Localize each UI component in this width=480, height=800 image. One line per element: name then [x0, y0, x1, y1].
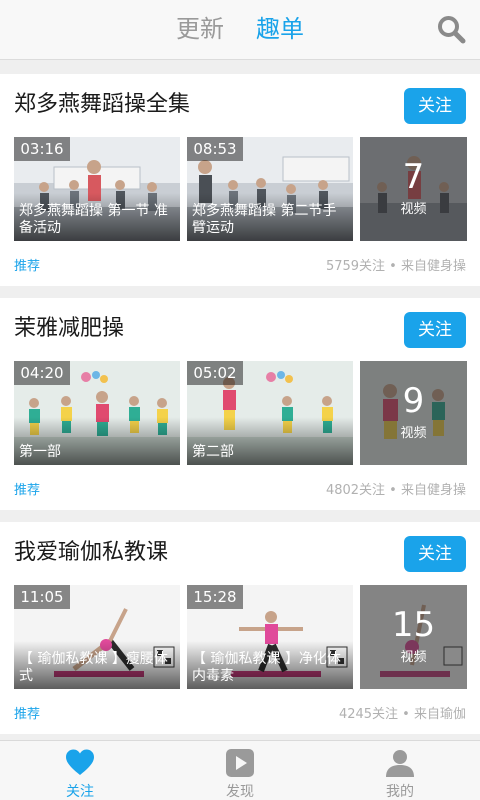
- recommend-tag[interactable]: 推荐: [14, 255, 40, 274]
- video-caption: 第一部: [19, 444, 61, 460]
- video-duration: 08:53: [187, 137, 243, 161]
- follow-count-source: 4245关注 • 来自瑜伽: [338, 707, 466, 722]
- video-thumbnail[interactable]: 04:20 第一部: [14, 361, 180, 465]
- more-videos-unit: 视频: [400, 202, 427, 217]
- more-videos-tile[interactable]: 15 视频: [360, 585, 467, 689]
- more-videos-count: 9: [402, 381, 425, 421]
- video-caption: 郑多燕舞蹈操 第一节 准备活动: [19, 203, 168, 236]
- more-videos-tile[interactable]: 7 视频: [360, 137, 467, 241]
- video-caption: 郑多燕舞蹈操 第二节手臂运动: [192, 203, 337, 236]
- follow-count-source: 4802关注 • 来自健身操: [325, 483, 466, 498]
- nav-discover-label: 发现: [226, 784, 254, 800]
- playlist-title[interactable]: 茉雅减肥操: [14, 314, 124, 344]
- follow-button[interactable]: 关注: [404, 312, 466, 348]
- nav-discover[interactable]: 发现: [160, 741, 320, 800]
- more-videos-unit: 视频: [400, 426, 427, 441]
- nav-me[interactable]: 我的: [320, 741, 480, 800]
- person-icon: [385, 748, 415, 778]
- nav-follow-label: 关注: [66, 784, 94, 800]
- playlist-title[interactable]: 郑多燕舞蹈操全集: [14, 90, 190, 120]
- video-thumbnail[interactable]: 15:28 【 瑜伽私教课 】净化体内毒素: [187, 585, 353, 689]
- video-thumbnail[interactable]: 11:05 【 瑜伽私教课 】瘦腰体式: [14, 585, 180, 689]
- video-duration: 15:28: [187, 585, 243, 609]
- nav-follow[interactable]: 关注: [0, 741, 160, 800]
- nav-me-label: 我的: [386, 784, 414, 800]
- playlist-card[interactable]: 我爱瑜伽私教课 关注 11:05 【 瑜伽私教课 】瘦腰体式 15:28 【 瑜…: [0, 522, 480, 734]
- heart-icon: [65, 748, 95, 778]
- video-duration: 05:02: [187, 361, 243, 385]
- video-caption: 【 瑜伽私教课 】瘦腰体式: [19, 651, 168, 684]
- more-videos-count: 7: [402, 157, 425, 197]
- top-bar: 更新 趣单: [0, 0, 480, 60]
- playlist-card[interactable]: 郑多燕舞蹈操全集 关注 03:16 郑多燕舞蹈操 第一节 准备活动 08:53 …: [0, 74, 480, 286]
- tab-updates[interactable]: 更新: [176, 12, 224, 46]
- video-thumbnail[interactable]: 08:53 郑多燕舞蹈操 第二节手臂运动: [187, 137, 353, 241]
- playlist-title[interactable]: 我爱瑜伽私教课: [14, 538, 168, 568]
- video-duration: 04:20: [14, 361, 70, 385]
- video-thumbnail[interactable]: 03:16 郑多燕舞蹈操 第一节 准备活动: [14, 137, 180, 241]
- bottom-nav: 关注 发现 我的: [0, 740, 480, 800]
- follow-button[interactable]: 关注: [404, 88, 466, 124]
- follow-button[interactable]: 关注: [404, 536, 466, 572]
- follow-count-source: 5759关注 • 来自健身操: [325, 259, 466, 274]
- more-videos-unit: 视频: [400, 650, 427, 665]
- recommend-tag[interactable]: 推荐: [14, 703, 40, 722]
- recommend-tag[interactable]: 推荐: [14, 479, 40, 498]
- play-icon: [225, 748, 255, 778]
- search-icon[interactable]: [436, 14, 466, 44]
- more-videos-count: 15: [391, 605, 436, 645]
- video-caption: 第二部: [192, 444, 234, 460]
- tab-playlists[interactable]: 趣单: [256, 12, 304, 46]
- video-caption: 【 瑜伽私教课 】净化体内毒素: [192, 651, 341, 684]
- video-duration: 03:16: [14, 137, 70, 161]
- more-videos-tile[interactable]: 9 视频: [360, 361, 467, 465]
- video-thumbnail[interactable]: 05:02 第二部: [187, 361, 353, 465]
- playlist-card[interactable]: 茉雅减肥操 关注 04:20 第一部 05:02 第二部 9 视频 推荐 480…: [0, 298, 480, 510]
- video-duration: 11:05: [14, 585, 70, 609]
